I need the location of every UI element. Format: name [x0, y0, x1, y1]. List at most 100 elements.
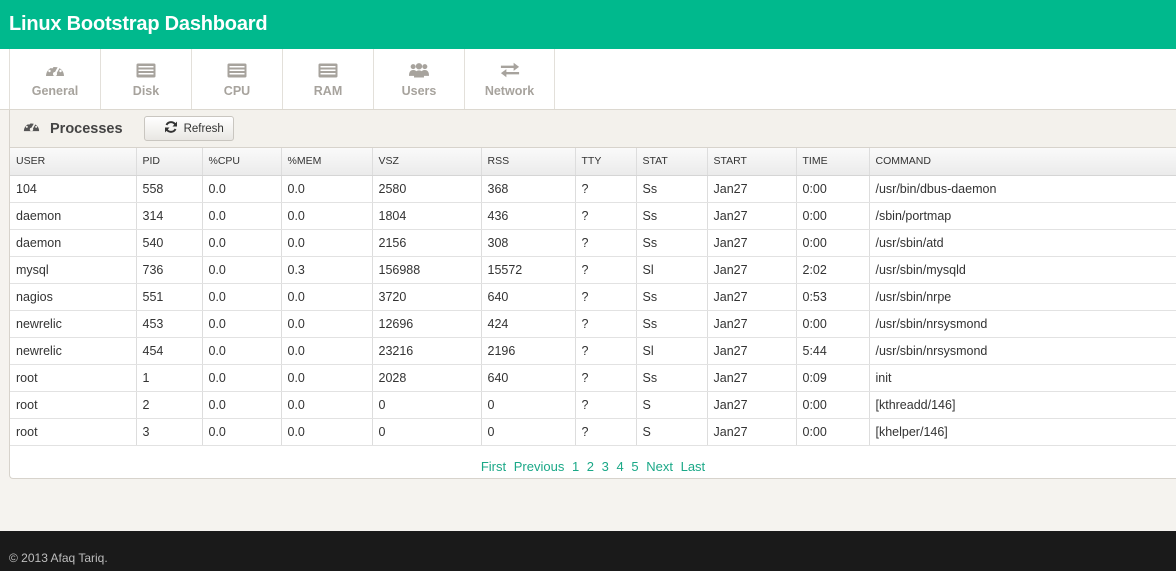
page-link[interactable]: 2 [587, 459, 594, 474]
table-cell: ? [575, 391, 637, 419]
table-cell: ? [575, 283, 637, 311]
column-header[interactable]: STAT [636, 148, 708, 176]
list-icon [318, 61, 338, 79]
table-row: mysql 736 0.0 0.3 156988 15572? Sl Jan27 2:02/us… [10, 256, 1176, 284]
table-cell: Sl [636, 256, 708, 284]
table-body: 104 558 0.0 0.0 2580 368? Ss Jan27 0:00/usr/bin/… [10, 175, 1176, 446]
nav-label: Network [484, 84, 535, 98]
table-cell: 0.0 [202, 256, 282, 284]
table-cell: 0:00 [796, 229, 870, 257]
table-cell: ? [575, 202, 637, 230]
table-row: nagios 551 0.0 0.0 3720 640? Ss Jan27 0:53/usr/s… [10, 283, 1176, 311]
table-cell: 0:09 [796, 364, 870, 392]
table-cell: 0:00 [796, 418, 870, 446]
processes-table: USER PID %CPU %MEM VSZ RSS TTY STAT START TIME COM… [10, 148, 1176, 446]
table-header-row: USER PID %CPU %MEM VSZ RSS TTY STAT START TIME COM… [10, 148, 1176, 176]
table-cell: 453 [136, 310, 203, 338]
table-cell: Jan27 [707, 283, 797, 311]
column-header[interactable]: START [707, 148, 797, 176]
column-header[interactable]: %CPU [202, 148, 282, 176]
processes-widget: Processes Refresh USER PID %CPU %MEM VSZ RSS T… [9, 110, 1176, 479]
app-title[interactable]: Linux Bootstrap Dashboard [9, 13, 268, 36]
table-cell: 0:00 [796, 202, 870, 230]
nav-network[interactable]: Network [464, 49, 555, 109]
table-cell: 0.0 [281, 364, 373, 392]
table-cell: 0 [372, 418, 482, 446]
table-cell: Ss [636, 175, 708, 203]
table-cell: daemon [10, 229, 137, 257]
nav-ram[interactable]: RAM [282, 49, 373, 109]
previous-page-link[interactable]: Previous [514, 459, 565, 474]
list-icon [136, 61, 156, 79]
table-cell: 0.3 [281, 256, 373, 284]
nav-label: CPU [223, 84, 251, 98]
refresh-button[interactable]: Refresh [143, 116, 234, 141]
table-cell: 640 [481, 283, 576, 311]
top-navbar: Linux Bootstrap Dashboard [0, 0, 1176, 49]
table-cell: root [10, 391, 137, 419]
page-link[interactable]: 5 [631, 459, 638, 474]
page-link[interactable]: 1 [572, 459, 579, 474]
first-page-link[interactable]: First [481, 459, 506, 474]
table-cell: ? [575, 337, 637, 365]
table-cell: /usr/sbin/nrsysmond [869, 337, 1176, 365]
table-cell: 558 [136, 175, 203, 203]
nav-cpu[interactable]: CPU [191, 49, 282, 109]
table-cell: 3720 [372, 283, 482, 311]
table-cell: ? [575, 310, 637, 338]
dashboard-icon [23, 119, 40, 138]
column-header[interactable]: RSS [481, 148, 576, 176]
table-cell: ? [575, 418, 637, 446]
table-cell: 1804 [372, 202, 482, 230]
table-cell: root [10, 364, 137, 392]
table-cell: 0.0 [281, 229, 373, 257]
next-page-link[interactable]: Next [646, 459, 673, 474]
table-row: root 2 0.0 0.0 0 0? S Jan27 0:00 [kthreadd/146] [10, 391, 1176, 419]
table-cell: ? [575, 175, 637, 203]
table-row: newrelic 454 0.0 0.0 23216 2196? Sl Jan27 5:44/u… [10, 337, 1176, 365]
table-cell: Jan27 [707, 256, 797, 284]
users-icon [409, 61, 429, 79]
copyright-text: © 2013 Afaq Tariq. [9, 551, 108, 565]
column-header[interactable]: COMMAND [869, 148, 1176, 176]
table-cell: Jan27 [707, 229, 797, 257]
table-cell: 104 [10, 175, 137, 203]
table-cell: 0.0 [202, 175, 282, 203]
refresh-icon [164, 120, 178, 137]
table-cell: S [636, 391, 708, 419]
column-header[interactable]: VSZ [372, 148, 482, 176]
table-cell: 2 [136, 391, 203, 419]
column-header[interactable]: USER [10, 148, 137, 176]
page-link[interactable]: 4 [617, 459, 624, 474]
table-cell: Jan27 [707, 364, 797, 392]
table-cell: 0.0 [281, 310, 373, 338]
last-page-link[interactable]: Last [681, 459, 706, 474]
table-cell: 0.0 [281, 283, 373, 311]
main-nav: General Disk CPU RAM Users Network [0, 49, 1176, 110]
table-cell: 551 [136, 283, 203, 311]
table-cell: Jan27 [707, 202, 797, 230]
footer: © 2013 Afaq Tariq. [0, 531, 1176, 571]
table-cell: 0:00 [796, 175, 870, 203]
table-cell: 156988 [372, 256, 482, 284]
nav-disk[interactable]: Disk [100, 49, 191, 109]
table-cell: mysql [10, 256, 137, 284]
column-header[interactable]: %MEM [281, 148, 373, 176]
column-header[interactable]: TIME [796, 148, 870, 176]
table-cell: nagios [10, 283, 137, 311]
table-cell: daemon [10, 202, 137, 230]
nav-label: Users [401, 84, 437, 98]
table-cell: root [10, 418, 137, 446]
nav-general[interactable]: General [9, 49, 100, 109]
column-header[interactable]: TTY [575, 148, 637, 176]
refresh-label: Refresh [183, 122, 224, 135]
column-header[interactable]: PID [136, 148, 203, 176]
table-cell: ? [575, 256, 637, 284]
table-cell: S [636, 418, 708, 446]
page-link[interactable]: 3 [602, 459, 609, 474]
table-cell: 0.0 [202, 283, 282, 311]
nav-users[interactable]: Users [373, 49, 464, 109]
table-cell: Jan27 [707, 175, 797, 203]
nav-label: RAM [313, 84, 343, 98]
table-row: daemon 314 0.0 0.0 1804 436? Ss Jan27 0:00/sbin/… [10, 202, 1176, 230]
